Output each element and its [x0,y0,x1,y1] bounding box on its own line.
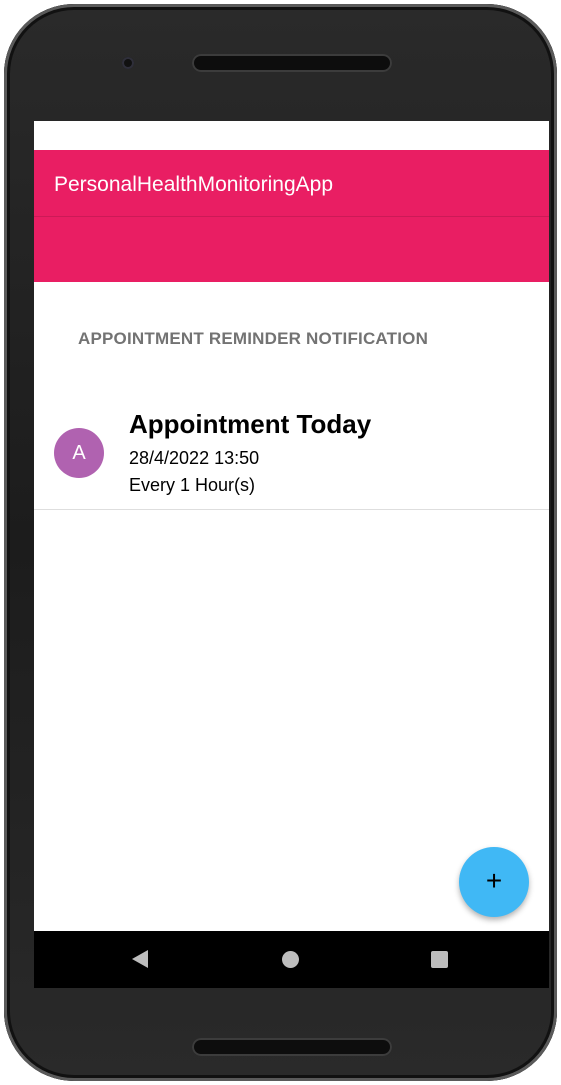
avatar: A [54,428,104,478]
phone-frame: PersonalHealthMonitoringApp APPOINTMENT … [4,4,557,1081]
front-camera [122,57,134,69]
reminder-datetime: 28/4/2022 13:50 [129,448,260,468]
reminder-repeat: Every 1 Hour(s) [129,475,256,495]
bottom-speaker [192,1038,392,1056]
plus-icon: + [485,865,503,896]
add-reminder-button[interactable]: + [459,847,529,917]
reminder-list-item[interactable]: A Appointment Today 28/4/2022 13:50 Ever… [34,401,549,510]
status-bar [34,121,549,150]
back-icon[interactable] [132,950,148,968]
app-title: PersonalHealthMonitoringApp [54,173,333,196]
device-screen: PersonalHealthMonitoringApp APPOINTMENT … [34,121,549,988]
app-bar-divider [34,216,549,217]
navigation-bar [34,931,549,988]
reminder-title: Appointment Today [129,409,372,439]
home-icon[interactable] [282,951,299,968]
top-speaker [192,54,392,72]
recents-icon[interactable] [431,951,448,968]
section-title: APPOINTMENT REMINDER NOTIFICATION [78,329,429,348]
app-bar: PersonalHealthMonitoringApp [34,150,549,282]
